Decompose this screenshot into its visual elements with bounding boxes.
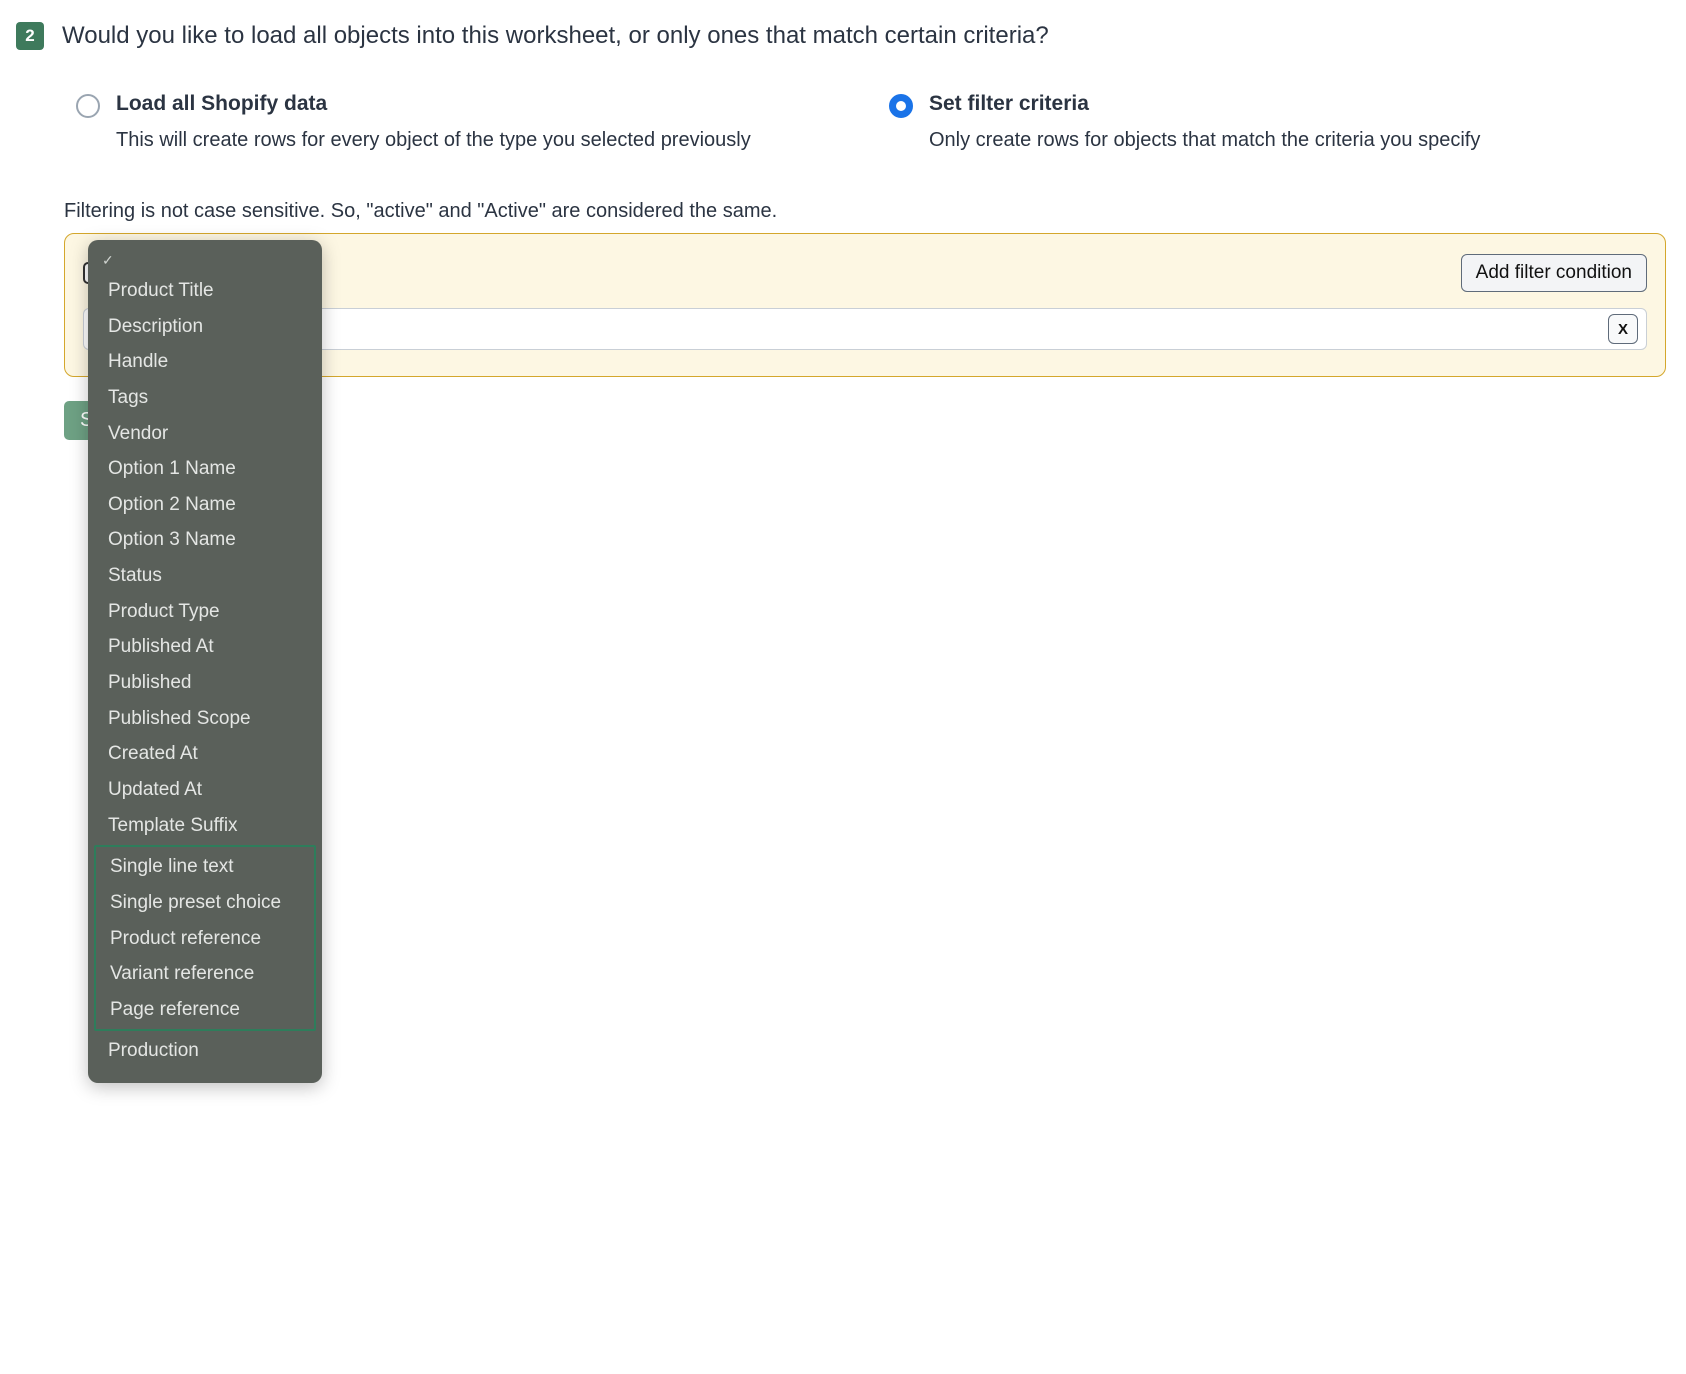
dropdown-item[interactable]: Single preset choice xyxy=(96,885,314,921)
check-icon: ✓ xyxy=(88,250,322,273)
option-set-filter[interactable]: Set filter criteria Only create rows for… xyxy=(889,92,1666,154)
step-question: Would you like to load all objects into … xyxy=(62,20,1049,52)
dropdown-item[interactable]: Published xyxy=(88,665,322,701)
dropdown-item[interactable]: Product Type xyxy=(88,594,322,630)
option-filter-desc: Only create rows for objects that match … xyxy=(929,126,1480,154)
dropdown-item[interactable]: Production xyxy=(88,1033,322,1069)
step-header: 2 Would you like to load all objects int… xyxy=(16,20,1666,52)
dropdown-item[interactable]: Page reference xyxy=(96,992,314,1028)
dropdown-item[interactable]: Created At xyxy=(88,736,322,772)
dropdown-item[interactable]: Updated At xyxy=(88,772,322,808)
dropdown-item[interactable]: Published At xyxy=(88,629,322,665)
remove-condition-button[interactable]: X xyxy=(1608,314,1638,344)
dropdown-item[interactable]: Product reference xyxy=(96,921,314,957)
dropdown-item[interactable]: Vendor xyxy=(88,416,322,452)
radio-set-filter[interactable] xyxy=(889,94,913,118)
dropdown-item[interactable]: Status xyxy=(88,558,322,594)
field-dropdown[interactable]: ✓ Product TitleDescriptionHandleTagsVend… xyxy=(88,240,322,1083)
option-load-all-title: Load all Shopify data xyxy=(116,92,751,116)
dropdown-highlight-group: Single line textSingle preset choiceProd… xyxy=(94,845,316,1031)
dropdown-item[interactable]: Handle xyxy=(88,344,322,380)
filter-case-note: Filtering is not case sensitive. So, "ac… xyxy=(16,200,1666,223)
load-options: Load all Shopify data This will create r… xyxy=(16,92,1666,154)
option-load-all-desc: This will create rows for every object o… xyxy=(116,126,751,154)
add-filter-condition-button[interactable]: Add filter condition xyxy=(1461,254,1647,292)
option-filter-title: Set filter criteria xyxy=(929,92,1480,116)
dropdown-item[interactable]: Description xyxy=(88,309,322,345)
dropdown-item[interactable]: Tags xyxy=(88,380,322,416)
dropdown-item[interactable]: Option 2 Name xyxy=(88,487,322,523)
step-number-badge: 2 xyxy=(16,22,44,50)
dropdown-item[interactable]: Template Suffix xyxy=(88,808,322,844)
dropdown-item[interactable]: Variant reference xyxy=(96,956,314,992)
option-load-all[interactable]: Load all Shopify data This will create r… xyxy=(76,92,853,154)
dropdown-item[interactable]: Single line text xyxy=(96,849,314,885)
dropdown-item[interactable]: Product Title xyxy=(88,273,322,309)
dropdown-item[interactable]: Option 1 Name xyxy=(88,451,322,487)
dropdown-item[interactable]: Published Scope xyxy=(88,701,322,737)
dropdown-item[interactable]: Option 3 Name xyxy=(88,522,322,558)
radio-load-all[interactable] xyxy=(76,94,100,118)
